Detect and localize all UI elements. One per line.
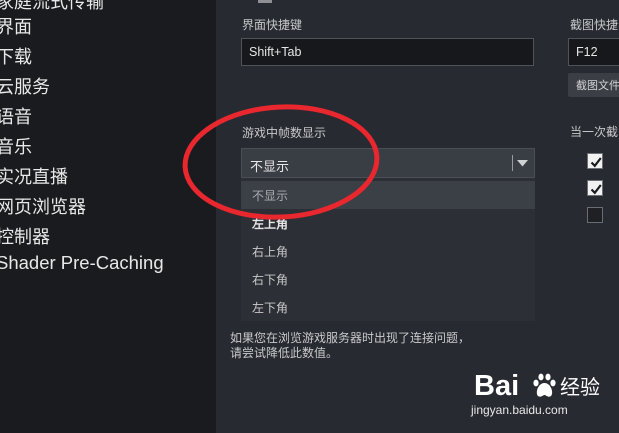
connection-note: 如果您在浏览游戏服务器时出现了连接问题， 请尝试降低此数值。 [230, 331, 470, 361]
dropdown-separator [512, 155, 513, 171]
screenshot-shortcut-input[interactable]: F12 [568, 38, 619, 66]
fps-option-bottom-left[interactable]: 左下角 [241, 293, 535, 321]
fps-display-selected-value: 不显示 [250, 160, 290, 175]
chevron-down-icon [517, 160, 528, 167]
watermark-url: jingyan.baidu.com [471, 403, 568, 417]
sidebar-item-downloads[interactable]: 下载 [0, 43, 32, 69]
overlay-shortcut-input[interactable]: Shift+Tab [241, 38, 534, 66]
connection-note-line-1: 如果您在浏览游戏服务器时出现了连接问题， [230, 331, 471, 345]
overlay-shortcut-label: 界面快捷键 [242, 18, 303, 32]
sidebar-item-music[interactable]: 音乐 [0, 133, 32, 159]
fps-option-bottom-right[interactable]: 右下角 [241, 265, 535, 293]
sidebar-item-broadcasting[interactable]: 实况直播 [0, 163, 68, 189]
screenshot-shortcut-label: 截图快捷 [570, 18, 619, 32]
fps-display-options-menu: 不显示 左上角 右上角 右下角 左下角 [241, 178, 535, 321]
screenshot-option-checkbox-2[interactable] [587, 180, 603, 196]
settings-sidebar: 家庭流式传输 界面 下载 云服务 语音 音乐 实况直播 网页浏览器 控制器 Sh… [0, 0, 216, 433]
sidebar-item-shader-pre-caching[interactable]: Shader Pre-Caching [0, 252, 164, 274]
top-divider [258, 0, 272, 3]
sidebar-item-home-streaming[interactable]: 家庭流式传输 [0, 0, 104, 14]
sidebar-item-controller[interactable]: 控制器 [0, 223, 50, 249]
screenshot-option-checkbox-3[interactable] [587, 207, 603, 223]
sidebar-item-interface[interactable]: 界面 [0, 13, 32, 39]
screenshot-option-checkbox-1[interactable] [587, 153, 603, 169]
fps-display-dropdown[interactable]: 不显示 [241, 148, 535, 178]
screenshot-folder-button[interactable]: 截图文件夹 [568, 73, 619, 97]
sidebar-item-cloud[interactable]: 云服务 [0, 73, 50, 99]
sidebar-item-web-browser[interactable]: 网页浏览器 [0, 193, 86, 219]
connection-note-line-2: 请尝试降低此数值。 [230, 346, 339, 360]
fps-option-none[interactable]: 不显示 [241, 181, 535, 209]
watermark-brand-suffix: 经验 [560, 375, 600, 399]
baidu-jingyan-logo: Bai 经验 [474, 370, 600, 402]
sidebar-item-voice[interactable]: 语音 [0, 103, 32, 129]
when-screenshot-label: 当一次截 [570, 125, 619, 139]
fps-display-label: 游戏中帧数显示 [242, 126, 327, 140]
fps-option-top-left[interactable]: 左上角 [241, 209, 535, 237]
fps-option-top-right[interactable]: 右上角 [241, 237, 535, 265]
watermark-brand: Bai [474, 370, 519, 402]
